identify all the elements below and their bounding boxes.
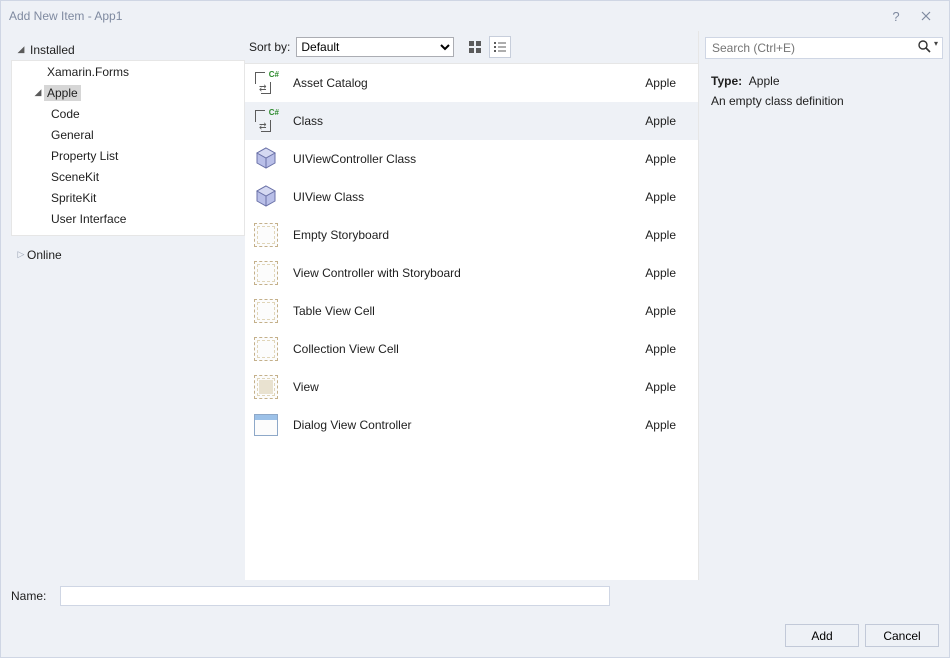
template-row[interactable]: Collection View Cell Apple [245, 330, 698, 368]
template-row[interactable]: View Apple [245, 368, 698, 406]
tree-label: SceneKit [48, 169, 102, 185]
view-icon [254, 375, 278, 399]
template-row[interactable]: Empty Storyboard Apple [245, 216, 698, 254]
tree-node-general[interactable]: General [12, 124, 244, 145]
view-tiles-button[interactable] [464, 36, 486, 58]
template-name: View [293, 380, 633, 394]
tree-label: Apple [44, 85, 81, 101]
tree-label: SpriteKit [48, 190, 99, 206]
category-tree: ◢ Installed Xamarin.Forms ◢ Apple Code G… [1, 31, 245, 580]
template-row[interactable]: Table View Cell Apple [245, 292, 698, 330]
title-bar: Add New Item - App1 ? [1, 1, 949, 31]
template-name: Collection View Cell [293, 342, 633, 356]
tree-node-user-interface[interactable]: User Interface [12, 208, 244, 229]
sort-select[interactable]: Default [296, 37, 454, 57]
search-input[interactable] [710, 40, 913, 56]
template-name: Asset Catalog [293, 76, 633, 90]
search-icon[interactable]: ▾ [913, 39, 938, 56]
content-area: ◢ Installed Xamarin.Forms ◢ Apple Code G… [1, 31, 949, 580]
detail-type-label: Type: [711, 74, 742, 88]
search-box[interactable]: ▾ [705, 37, 943, 59]
close-button[interactable] [911, 2, 941, 30]
chevron-down-icon: ◢ [32, 87, 44, 98]
tree-node-installed[interactable]: ◢ Installed [11, 39, 245, 60]
template-name: View Controller with Storyboard [293, 266, 633, 280]
tree-label: Code [48, 106, 83, 122]
view-list-button[interactable] [489, 36, 511, 58]
tree-label: Online [27, 248, 62, 262]
detail-body: Type: Apple An empty class definition [699, 64, 949, 118]
cube-icon [253, 183, 279, 212]
tree-label: Property List [48, 148, 121, 164]
storyboard-icon [254, 337, 278, 361]
template-name: UIView Class [293, 190, 633, 204]
search-bar: ▾ [699, 31, 949, 64]
storyboard-icon [254, 223, 278, 247]
tree-node-code[interactable]: Code [12, 103, 244, 124]
detail-type-value: Apple [749, 74, 780, 88]
template-row[interactable]: UIViewController Class Apple [245, 140, 698, 178]
chevron-down-icon: ◢ [15, 44, 27, 55]
template-category: Apple [645, 380, 686, 394]
details-panel: ▾ Type: Apple An empty class definition [699, 31, 949, 580]
template-category: Apple [645, 266, 686, 280]
window-title: Add New Item - App1 [9, 9, 881, 23]
template-name: Table View Cell [293, 304, 633, 318]
template-category: Apple [645, 228, 686, 242]
template-row[interactable]: C#⇄ Asset Catalog Apple [245, 64, 698, 102]
bottom-panel: Name: Add Cancel [1, 580, 949, 657]
name-input[interactable] [60, 586, 610, 606]
chevron-right-icon: ▷ [15, 249, 27, 260]
template-category: Apple [645, 304, 686, 318]
template-name: Dialog View Controller [293, 418, 633, 432]
add-button[interactable]: Add [785, 624, 859, 647]
template-panel: Sort by: Default C#⇄Asset CatalogAppleC#… [245, 31, 699, 580]
template-category: Apple [645, 114, 686, 128]
template-category: Apple [645, 418, 686, 432]
template-name: UIViewController Class [293, 152, 633, 166]
tree-node-xamarin-forms[interactable]: Xamarin.Forms [12, 61, 244, 82]
csharp-class-icon: C#⇄ [253, 70, 279, 96]
dialog-icon [254, 414, 278, 436]
template-list[interactable]: C#⇄Asset CatalogAppleC#⇄ClassAppleUIView… [245, 64, 698, 580]
tree-node-spritekit[interactable]: SpriteKit [12, 187, 244, 208]
tree-node-property-list[interactable]: Property List [12, 145, 244, 166]
cube-icon [253, 145, 279, 174]
template-category: Apple [645, 76, 686, 90]
tree-node-apple[interactable]: ◢ Apple [12, 82, 244, 103]
storyboard-icon [254, 261, 278, 285]
name-row: Name: [11, 586, 939, 606]
template-name: Empty Storyboard [293, 228, 633, 242]
view-toggle [464, 36, 511, 58]
template-category: Apple [645, 152, 686, 166]
name-label: Name: [11, 589, 46, 603]
tree-label: General [48, 127, 97, 143]
button-row: Add Cancel [11, 624, 939, 647]
storyboard-icon [254, 299, 278, 323]
cancel-button[interactable]: Cancel [865, 624, 939, 647]
template-toolbar: Sort by: Default [245, 31, 698, 64]
template-category: Apple [645, 342, 686, 356]
help-button[interactable]: ? [881, 2, 911, 30]
detail-type-line: Type: Apple [711, 74, 937, 88]
detail-description: An empty class definition [711, 94, 937, 108]
template-name: Class [293, 114, 633, 128]
csharp-class-icon: C#⇄ [253, 108, 279, 134]
sort-label: Sort by: [249, 40, 290, 54]
template-row[interactable]: View Controller with Storyboard Apple [245, 254, 698, 292]
template-row[interactable]: Dialog View Controller Apple [245, 406, 698, 444]
tree-node-online[interactable]: ▷ Online [11, 244, 245, 265]
tree-label: Xamarin.Forms [44, 64, 132, 80]
template-row[interactable]: UIView Class Apple [245, 178, 698, 216]
tree-label: User Interface [48, 211, 129, 227]
template-row[interactable]: C#⇄ Class Apple [245, 102, 698, 140]
tree-node-scenekit[interactable]: SceneKit [12, 166, 244, 187]
tree-label: Installed [27, 42, 78, 58]
template-category: Apple [645, 190, 686, 204]
